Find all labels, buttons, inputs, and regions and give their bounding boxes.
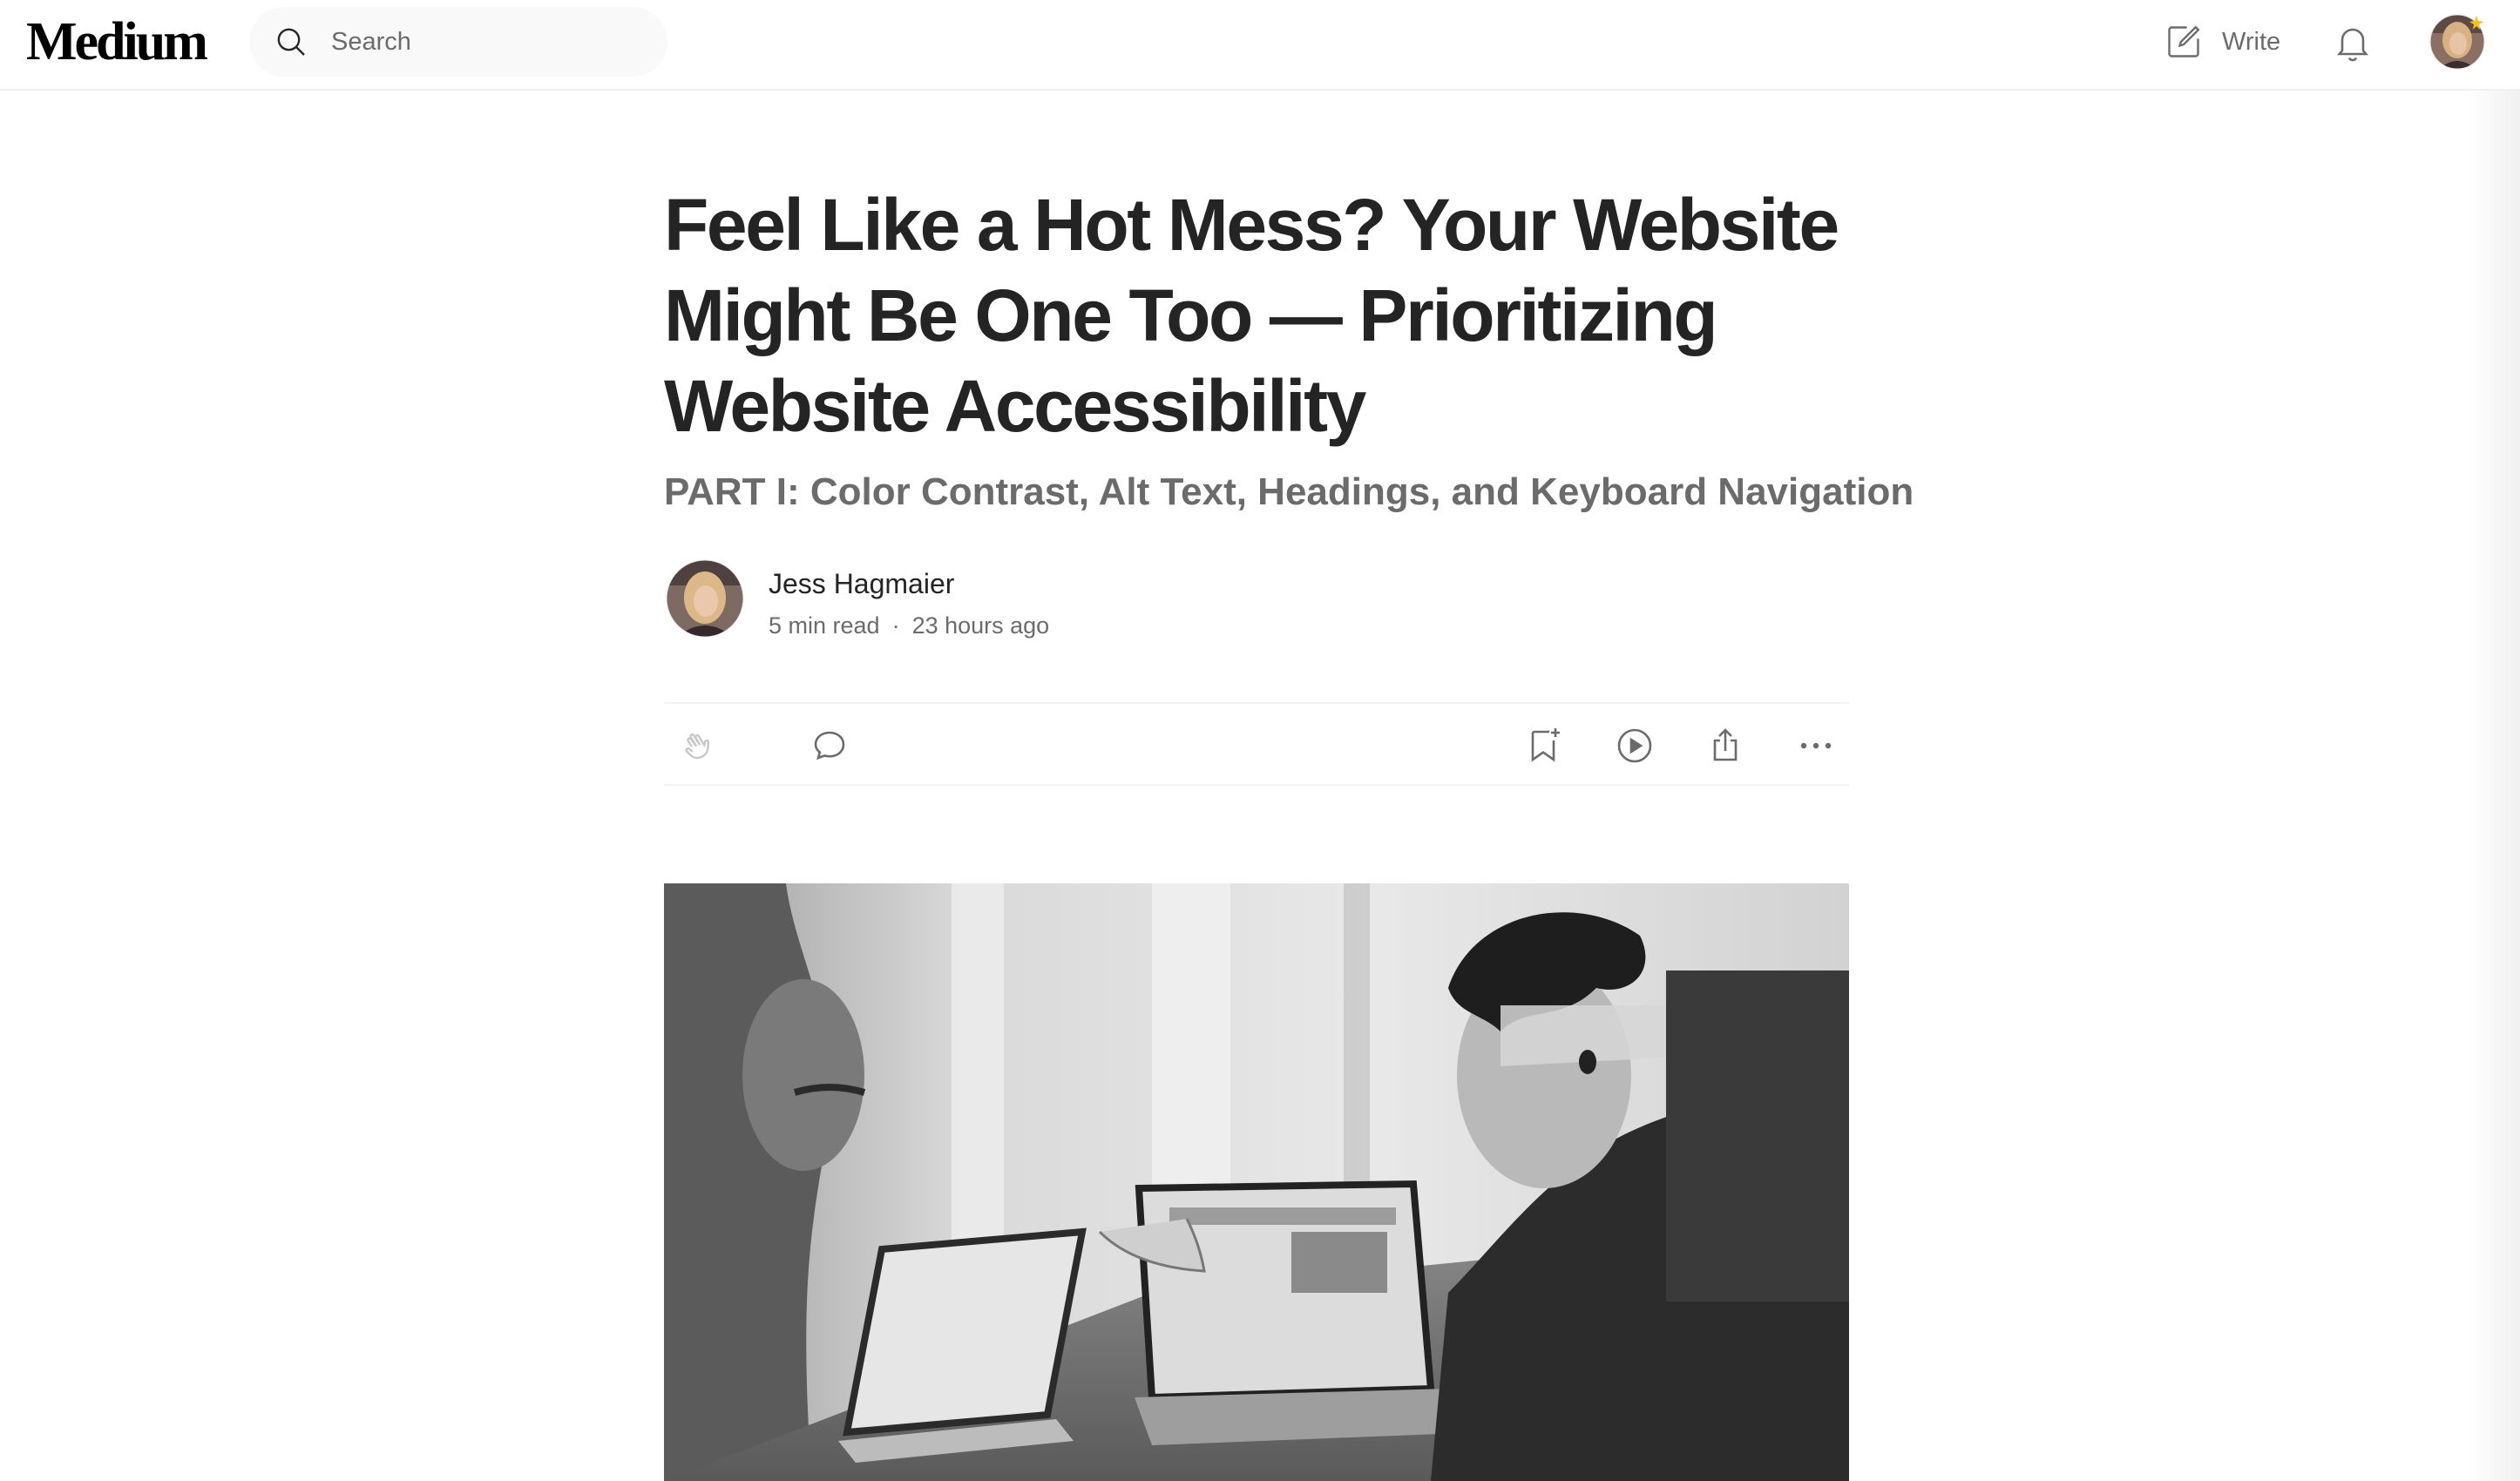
clap-button[interactable] xyxy=(680,725,721,767)
user-avatar[interactable] xyxy=(2429,14,2485,70)
article-subtitle: PART I: Color Contrast, Alt Text, Headin… xyxy=(664,470,1914,513)
search-box[interactable] xyxy=(249,7,667,77)
more-button[interactable] xyxy=(1795,725,1837,767)
read-time: 5 min read xyxy=(769,612,880,639)
author-avatar[interactable] xyxy=(666,559,744,638)
medium-logo[interactable]: Medium xyxy=(26,10,208,73)
article-action-bar xyxy=(664,702,1849,786)
bell-icon[interactable] xyxy=(2332,21,2374,63)
article-meta: 5 min read · 23 hours ago xyxy=(769,608,1049,643)
share-button[interactable] xyxy=(1704,725,1746,767)
listen-button[interactable] xyxy=(1614,725,1656,767)
bookmark-add-icon xyxy=(1531,728,1560,762)
comment-button[interactable] xyxy=(809,725,850,767)
write-button[interactable]: Write xyxy=(2164,17,2280,66)
comment-icon xyxy=(814,731,845,761)
play-icon xyxy=(1617,728,1652,763)
edge-shadow xyxy=(2468,91,2520,1481)
write-label: Write xyxy=(2222,27,2281,56)
author-name[interactable]: Jess Hagmaier xyxy=(769,565,954,603)
clap-icon xyxy=(685,733,710,760)
write-icon xyxy=(2168,25,2200,57)
hero-image xyxy=(664,883,1849,1481)
more-icon xyxy=(1800,742,1832,749)
search-icon xyxy=(277,28,305,56)
top-navbar: Medium Write xyxy=(0,0,2520,91)
share-icon xyxy=(1713,728,1738,761)
meta-separator: · xyxy=(891,612,900,639)
search-input[interactable] xyxy=(331,7,645,77)
bookmark-button[interactable] xyxy=(1523,725,1565,767)
article-title: Feel Like a Hot Mess? Your Website Might… xyxy=(664,184,1839,447)
publish-time: 23 hours ago xyxy=(911,612,1050,639)
